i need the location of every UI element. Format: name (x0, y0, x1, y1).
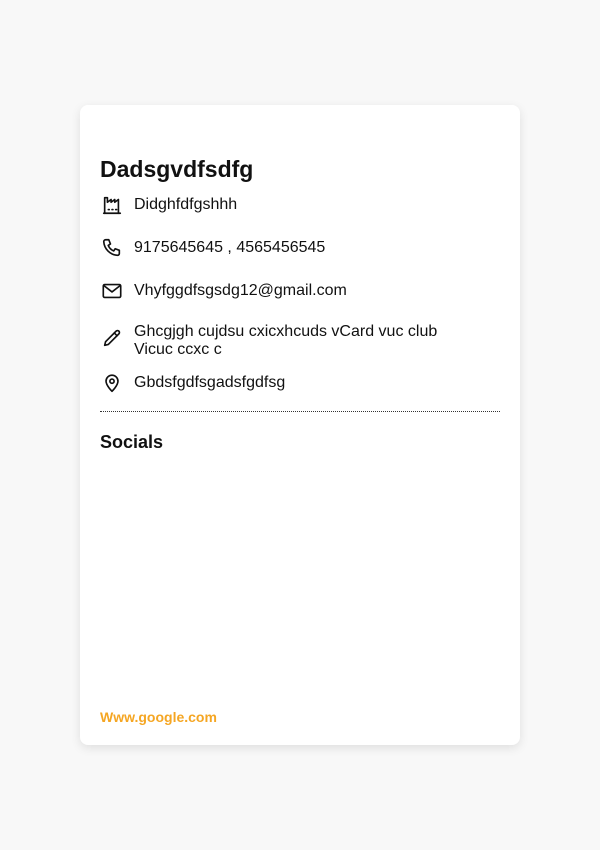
email-row[interactable]: Vhyfggdfsgsdg12@gmail.com (100, 279, 480, 303)
factory-icon (100, 193, 124, 217)
phone-text[interactable]: 9175645645 , 4565456545 (134, 236, 325, 257)
vcard: Dadsgvdfsdfg Didghfdfgshhh 9175645645 , … (80, 105, 520, 745)
description-row: Ghcgjgh cujdsu cxicxhcuds vCard vuc club… (100, 320, 480, 359)
description-text: Ghcgjgh cujdsu cxicxhcuds vCard vuc club… (134, 323, 438, 358)
map-pin-icon (100, 371, 124, 395)
mail-icon (100, 279, 124, 303)
website-link[interactable]: Www.google.com (100, 709, 217, 725)
company-text: Didghfdfgshhh (134, 196, 238, 213)
company-row: Didghfdfgshhh (100, 193, 480, 217)
email-text[interactable]: Vhyfggdfsgsdg12@gmail.com (134, 279, 347, 300)
contact-name: Dadsgvdfsdfg (100, 156, 254, 182)
phone-row[interactable]: 9175645645 , 4565456545 (100, 236, 480, 260)
phone-icon (100, 236, 124, 260)
socials-heading: Socials (100, 432, 164, 452)
address-text: Gbdsfgdfsgadsfgdfsg (134, 374, 286, 391)
pencil-icon (100, 326, 124, 350)
address-row: Gbdsfgdfsgadsfgdfsg (100, 371, 480, 395)
divider (100, 411, 500, 412)
